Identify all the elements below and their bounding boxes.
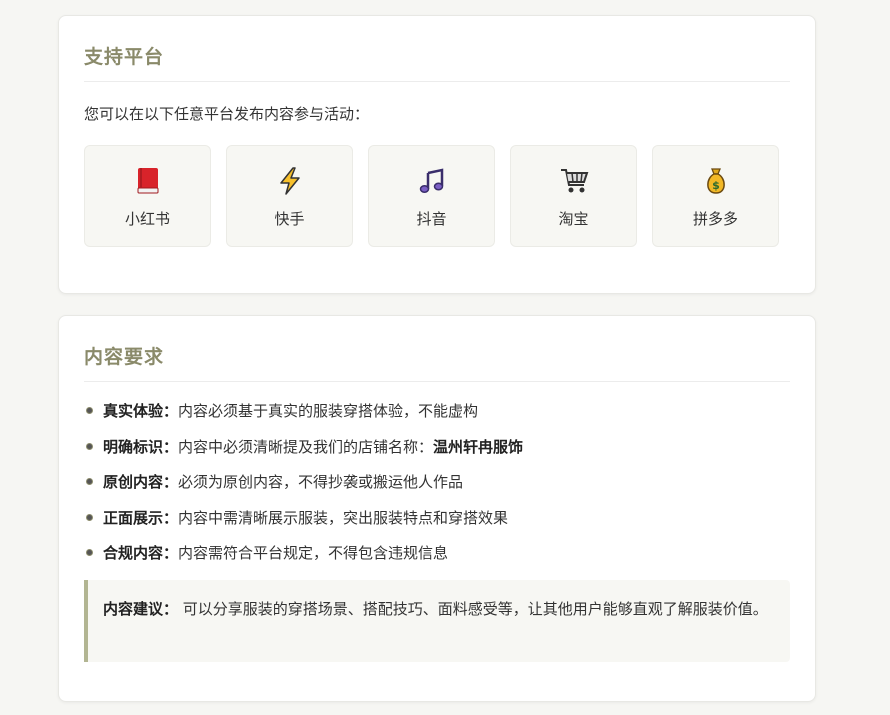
platform-label: 抖音 — [416, 210, 447, 228]
tip-text: 可以分享服装的穿搭场景、搭配技巧、面料感受等，让其他用户能够直观了解服装价值。 — [178, 600, 768, 618]
requirement-text: 内容必须基于真实的服装穿搭体验，不能虚构 — [178, 402, 479, 420]
bullet — [86, 549, 93, 556]
platform-pinduoduo[interactable]: $ 拼多多 — [652, 145, 779, 247]
content-tip: 内容建议： 可以分享服装的穿搭场景、搭配技巧、面料感受等，让其他用户能够直观了解… — [84, 580, 790, 662]
requirement-label: 真实体验： — [103, 402, 179, 420]
requirement-label: 原创内容： — [103, 473, 179, 491]
music-note-icon — [416, 165, 448, 197]
platform-xiaohongshu[interactable]: 小红书 — [84, 145, 211, 247]
list-item: 明确标识：内容中必须清晰提及我们的店铺名称：温州轩冉服饰 — [84, 435, 790, 471]
lightning-icon — [274, 165, 306, 197]
bullet — [86, 478, 93, 485]
shopping-cart-icon — [558, 165, 590, 197]
tip-label: 内容建议： — [103, 600, 179, 618]
platforms-card: 支持平台 您可以在以下任意平台发布内容参与活动： 小红书 快手 抖音 淘宝 $ … — [58, 15, 816, 294]
bullet — [86, 442, 93, 450]
store-name: 温州轩冉服饰 — [433, 437, 524, 456]
requirement-label: 合规内容： — [103, 544, 179, 562]
money-bag-icon: $ — [700, 165, 732, 197]
list-item: 合规内容：内容需符合平台规定，不得包含违规信息 — [84, 541, 790, 577]
requirement-text: 内容中需清晰展示服装，突出服装特点和穿搭效果 — [178, 508, 509, 527]
platforms-intro: 您可以在以下任意平台发布内容参与活动： — [84, 105, 370, 123]
bullet — [86, 407, 93, 414]
list-item: 原创内容：必须为原创内容，不得抄袭或搬运他人作品 — [84, 470, 790, 506]
platform-label: 淘宝 — [558, 210, 589, 228]
platform-label: 小红书 — [124, 210, 170, 228]
requirement-text: 必须为原创内容，不得抄袭或搬运他人作品 — [178, 473, 464, 491]
requirement-label: 明确标识： — [103, 437, 179, 456]
requirements-title: 内容要求 — [84, 342, 790, 382]
platform-label: 快手 — [274, 210, 305, 228]
requirements-list: 真实体验：内容必须基于真实的服装穿搭体验，不能虚构 明确标识：内容中必须清晰提及… — [84, 399, 790, 577]
list-item: 真实体验：内容必须基于真实的服装穿搭体验，不能虚构 — [84, 399, 790, 435]
requirements-card: 内容要求 真实体验：内容必须基于真实的服装穿搭体验，不能虚构 明确标识：内容中必… — [58, 315, 816, 702]
requirement-text: 内容需符合平台规定，不得包含违规信息 — [178, 544, 449, 562]
platform-douyin[interactable]: 抖音 — [368, 145, 495, 247]
platforms-title: 支持平台 — [84, 42, 790, 82]
list-item: 正面展示：内容中需清晰展示服装，突出服装特点和穿搭效果 — [84, 506, 790, 542]
bullet — [86, 513, 93, 521]
platform-taobao[interactable]: 淘宝 — [510, 145, 637, 247]
platform-list: 小红书 快手 抖音 淘宝 $ 拼多多 — [84, 145, 779, 247]
platform-kuaishou[interactable]: 快手 — [226, 145, 353, 247]
red-book-icon — [132, 165, 164, 197]
platform-label: 拼多多 — [692, 210, 738, 228]
svg-text:$: $ — [712, 179, 720, 192]
requirement-label: 正面展示： — [103, 508, 179, 527]
requirement-text: 内容中必须清晰提及我们的店铺名称： — [178, 437, 434, 456]
